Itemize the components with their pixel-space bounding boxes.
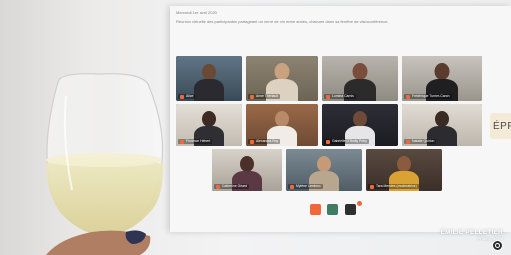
photographer-watermark: ÉMILIE PELLETIER Photographe	[441, 229, 503, 241]
participant-tile[interactable]: Tara Mendes (moderatrice)	[366, 149, 442, 191]
microphone-icon[interactable]	[327, 204, 338, 215]
mic-muted-icon	[406, 94, 410, 99]
participant-tile[interactable]: Mylène Lemieux	[286, 149, 362, 191]
participant-label: Alice	[178, 94, 196, 99]
mic-muted-icon	[370, 184, 374, 189]
video-call-screen: Mercredi 1er avril 2020 Réunion virtuell…	[170, 6, 511, 232]
side-tab[interactable]: ÉPP	[490, 113, 511, 139]
mic-muted-icon	[180, 139, 184, 144]
participant-tile[interactable]: Natalie Quirion	[402, 104, 482, 146]
mic-muted-icon	[216, 184, 220, 189]
meeting-date: Mercredi 1er avril 2020	[176, 10, 217, 15]
participant-label: Mylène Lemieux	[288, 184, 323, 189]
watermark-name: ÉMILIE PELLETIER	[440, 229, 503, 236]
mic-muted-icon	[290, 184, 294, 189]
photo-scene: Mercredi 1er avril 2020 Réunion virtuell…	[0, 0, 511, 255]
participant-tile[interactable]: Frédérique Turner-Caron	[402, 56, 482, 101]
participant-tile[interactable]: Anne Thériault	[246, 56, 318, 101]
mic-muted-icon	[406, 139, 410, 144]
participant-label: Frédérique Turner-Caron	[404, 94, 452, 99]
side-tab-label: ÉPP	[493, 120, 511, 132]
participant-label: Catherine Girard	[214, 184, 250, 189]
notification-badge	[357, 201, 362, 206]
participant-label: Florence Hébert	[178, 139, 213, 144]
participant-label: Gabrielle O'Reilly Petry	[324, 139, 369, 144]
participant-label: Lumina Carnis	[324, 94, 356, 99]
mic-muted-icon	[250, 139, 254, 144]
participant-label: Anne Thériault	[248, 94, 280, 99]
mic-muted-icon	[250, 94, 254, 99]
mic-muted-icon	[326, 94, 330, 99]
participant-tile[interactable]: Gabrielle O'Reilly Petry	[322, 104, 398, 146]
participant-tile[interactable]: Alexandra Roy	[246, 104, 318, 146]
participant-tile[interactable]: Lumina Carnis	[322, 56, 398, 101]
meeting-description: Réunion virtuelle des participantes part…	[176, 19, 389, 24]
participant-tile[interactable]: Catherine Girard	[212, 149, 282, 191]
mic-muted-icon	[180, 94, 184, 99]
participant-label: Tara Mendes (moderatrice)	[368, 184, 419, 189]
participant-tile[interactable]: Florence Hébert	[176, 104, 242, 146]
video-camera-icon[interactable]	[310, 204, 321, 215]
camera-lens-icon	[492, 240, 503, 251]
mic-muted-icon	[326, 139, 330, 144]
participant-label: Natalie Quirion	[404, 139, 437, 144]
participant-tile[interactable]: Alice	[176, 56, 242, 101]
participant-label: Alexandra Roy	[248, 139, 281, 144]
chat-icon[interactable]	[345, 204, 356, 215]
